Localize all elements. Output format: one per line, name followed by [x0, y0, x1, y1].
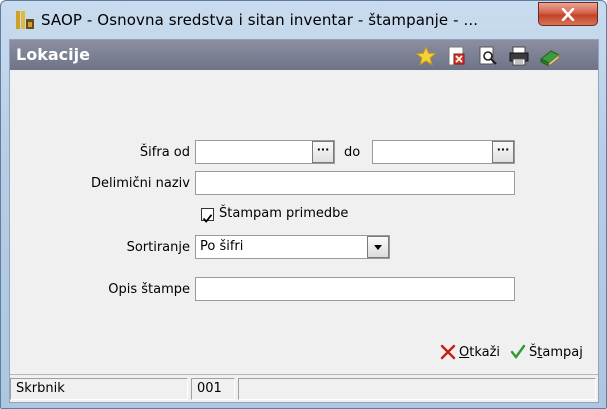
title-bar[interactable]: SAOP - Osnovna sredstva i sitan inventar… [1, 1, 606, 39]
cancel-button-label: Otkaži [459, 344, 501, 360]
app-icon [15, 10, 35, 30]
section-header: Lokacije [10, 40, 598, 70]
status-bar: Skrbnik 001 [10, 374, 598, 402]
printer-icon[interactable] [508, 45, 530, 67]
print-preview-icon[interactable] [477, 45, 499, 67]
delete-report-icon[interactable] [446, 45, 468, 67]
stampam-primedbe-checkbox[interactable] [201, 208, 214, 223]
sortiranje-select[interactable]: Po šifri [195, 235, 390, 259]
delimicni-naziv-label: Delimični naziv [91, 176, 190, 191]
status-label: Skrbnik [10, 378, 188, 400]
sifra-od-browse-button[interactable]: ··· [312, 141, 334, 163]
close-icon [561, 8, 575, 21]
cancel-x-icon [440, 344, 456, 360]
print-button[interactable]: Štampaj [510, 344, 583, 360]
sifra-do-browse-button[interactable]: ··· [492, 141, 514, 163]
checkmark-icon [510, 344, 526, 359]
star-icon[interactable] [415, 45, 437, 67]
chevron-down-icon [374, 245, 382, 250]
close-button[interactable] [538, 2, 598, 26]
do-label: do [344, 145, 361, 160]
stampam-primedbe-label[interactable]: Štampam primedbe [219, 206, 348, 221]
checkmark-icon [202, 214, 213, 223]
book-icon[interactable] [539, 45, 561, 68]
opis-stampe-label: Opis štampe [108, 282, 190, 297]
status-extra [238, 378, 596, 400]
window-title: SAOP - Osnovna sredstva i sitan inventar… [41, 11, 479, 29]
sortiranje-label: Sortiranje [126, 240, 190, 255]
window: SAOP - Osnovna sredstva i sitan inventar… [0, 0, 607, 409]
sortiranje-dropdown-button[interactable] [367, 236, 389, 258]
delimicni-naziv-input[interactable] [195, 171, 515, 195]
cancel-button[interactable]: Otkaži [440, 344, 500, 360]
sifra-od-label: Šifra od [139, 145, 190, 160]
section-title: Lokacije [16, 45, 90, 64]
opis-stampe-input[interactable] [195, 277, 515, 301]
status-value: 001 [191, 378, 235, 400]
dialog-client: Lokacije Šifra od ··· do ··· Delimični n… [9, 39, 599, 403]
print-button-label: Štampaj [529, 344, 583, 360]
